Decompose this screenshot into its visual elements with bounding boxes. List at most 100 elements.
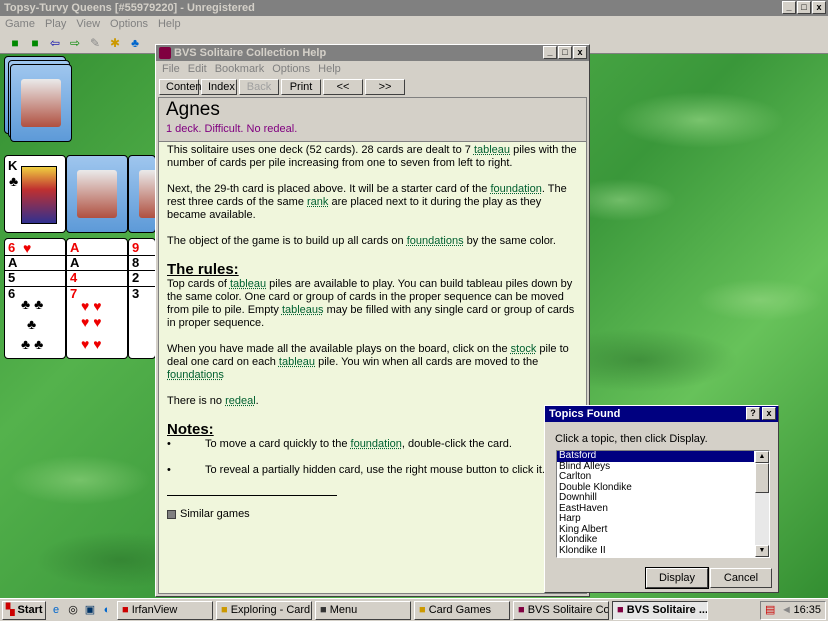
redo-icon[interactable]: ⇨ xyxy=(68,36,82,50)
help-menu-options[interactable]: Options xyxy=(272,61,310,77)
card-rank: K xyxy=(8,158,18,173)
minimize-button[interactable]: _ xyxy=(782,1,796,14)
object-paragraph: The object of the game is to build up al… xyxy=(167,235,578,248)
help-menu-bookmark[interactable]: Bookmark xyxy=(215,61,265,77)
divider xyxy=(167,495,337,496)
contents-button[interactable]: Contents xyxy=(159,79,210,95)
taskbar-button[interactable]: ■ Menu xyxy=(315,600,411,620)
undo-icon[interactable]: ⇦ xyxy=(48,36,62,50)
desktop-icon[interactable]: ▣ xyxy=(83,603,97,617)
club-icon: ♣ xyxy=(27,316,37,332)
help-menu-file[interactable]: File xyxy=(162,61,180,77)
link-tableaus[interactable]: tableaus xyxy=(282,304,324,316)
help-title-bar[interactable]: BVS Solitaire Collection Help _ □ x xyxy=(156,45,589,61)
taskbar-button[interactable]: ■ IrfanView xyxy=(117,600,213,620)
start-label: Start xyxy=(17,603,43,616)
tableau-column-1[interactable]: 6 ♥ A 5 6 ♣ ♣ ♣ ♣ ♣ xyxy=(4,238,66,359)
tray-app-icon[interactable]: ▤ xyxy=(765,602,775,619)
scroll-down-icon[interactable]: ▼ xyxy=(755,545,769,557)
link-redeal[interactable]: redeal xyxy=(225,395,256,407)
topic-item[interactable]: EastHaven xyxy=(557,503,754,515)
facedown-card[interactable] xyxy=(66,155,128,233)
link-tableau[interactable]: tableau xyxy=(230,278,266,290)
help-close-button[interactable]: x xyxy=(573,46,587,59)
dialog-title-bar[interactable]: Topics Found ? x xyxy=(545,406,778,422)
start-button[interactable]: ▚ Start xyxy=(2,600,46,620)
dialog-title: Topics Found xyxy=(549,408,621,420)
help-menu-bar: File Edit Bookmark Options Help xyxy=(156,61,589,77)
scroll-up-icon[interactable]: ▲ xyxy=(755,451,769,463)
similar-games-button[interactable]: Similar games xyxy=(167,508,578,521)
main-menu-bar: Game Play View Options Help xyxy=(0,16,828,32)
topic-item[interactable]: Klondike II xyxy=(557,545,754,557)
menu-game[interactable]: Game xyxy=(5,16,35,32)
taskbar-button[interactable]: ■ BVS Solitaire Colle... xyxy=(513,600,609,620)
facedown-card[interactable] xyxy=(128,155,156,233)
close-button[interactable]: x xyxy=(812,1,826,14)
taskbar-button[interactable]: ■ Exploring - Card G... xyxy=(216,600,312,620)
index-button[interactable]: Index xyxy=(201,79,237,95)
tableau-column-2[interactable]: A A 4 7 ♥ ♥ ♥ ♥ ♥ ♥ xyxy=(66,238,128,359)
text: by the same color. xyxy=(463,235,556,247)
link-foundations[interactable]: foundations xyxy=(407,235,464,247)
text: This solitaire uses one deck (52 cards).… xyxy=(167,144,474,156)
link-foundation[interactable]: foundation xyxy=(351,438,402,450)
autoplay-icon[interactable]: ♣ xyxy=(128,36,142,50)
prev-topic-button[interactable]: << xyxy=(323,79,363,95)
card-rank: 9 xyxy=(132,240,140,255)
next-topic-button[interactable]: >> xyxy=(365,79,405,95)
help-menu-edit[interactable]: Edit xyxy=(188,61,207,77)
starter-paragraph: Next, the 29-th card is placed above. It… xyxy=(167,183,578,222)
open-icon[interactable]: ■ xyxy=(28,36,42,50)
card-rank: 3 xyxy=(129,286,155,300)
deal-icon[interactable]: ✎ xyxy=(88,36,102,50)
maximize-button[interactable]: □ xyxy=(797,1,811,14)
note-item: • To move a card quickly to the foundatio… xyxy=(167,438,578,451)
menu-options[interactable]: Options xyxy=(110,16,148,32)
link-tableau[interactable]: tableau xyxy=(474,144,510,156)
card-rank: 4 xyxy=(67,270,127,284)
topic-item[interactable]: Downhill xyxy=(557,492,754,504)
taskbar-button[interactable]: ■ Card Games xyxy=(414,600,510,620)
card-rank: A xyxy=(67,255,127,269)
display-button[interactable]: Display xyxy=(645,567,709,589)
outlook-icon[interactable]: ◎ xyxy=(66,603,80,617)
topics-listbox[interactable]: Batsford Blind Alleys Carlton Double Klondi… xyxy=(556,450,770,558)
card-rank: 6 xyxy=(8,240,16,255)
link-stock[interactable]: stock xyxy=(511,343,537,355)
heart-icon: ♥ xyxy=(23,240,32,256)
stock-card-top[interactable] xyxy=(10,64,72,142)
menu-view[interactable]: View xyxy=(76,16,100,32)
print-button[interactable]: Print xyxy=(281,79,321,95)
dialog-close-button[interactable]: x xyxy=(762,407,776,420)
topic-item[interactable]: Batsford xyxy=(557,451,754,462)
listbox-scrollbar[interactable]: ▲ ▼ xyxy=(755,451,769,557)
cancel-button[interactable]: Cancel xyxy=(710,568,772,588)
scroll-thumb[interactable] xyxy=(755,463,769,493)
link-tableau[interactable]: tableau xyxy=(279,356,315,368)
foundation-king-card[interactable]: K ♣ xyxy=(4,155,66,233)
hint-icon[interactable]: ✱ xyxy=(108,36,122,50)
link-foundations[interactable]: foundations xyxy=(167,369,224,381)
topic-item[interactable]: Carlton xyxy=(557,471,754,483)
help-menu-help[interactable]: Help xyxy=(318,61,341,77)
link-rank[interactable]: rank xyxy=(307,196,328,208)
tableau-column-3[interactable]: 9 8 2 3 xyxy=(128,238,156,359)
card-rank: A xyxy=(5,255,65,269)
channels-icon[interactable]: ◐ xyxy=(100,603,114,617)
menu-play[interactable]: Play xyxy=(45,16,66,32)
new-game-icon[interactable]: ■ xyxy=(8,36,22,50)
topic-item[interactable]: Harp xyxy=(557,513,754,525)
dialog-help-button[interactable]: ? xyxy=(746,407,760,420)
ie-icon[interactable]: e xyxy=(49,603,63,617)
taskbar-button[interactable]: ■ BVS Solitaire ... xyxy=(612,600,708,620)
help-maximize-button[interactable]: □ xyxy=(558,46,572,59)
volume-icon[interactable]: ◄ xyxy=(781,602,792,619)
back-button[interactable]: Back xyxy=(239,79,279,95)
main-title-bar[interactable]: Topsy-Turvy Queens [#55979220] - Unregis… xyxy=(0,0,828,16)
help-minimize-button[interactable]: _ xyxy=(543,46,557,59)
system-tray: ▤ ◄ 16:35 xyxy=(760,601,826,620)
menu-help[interactable]: Help xyxy=(158,16,181,32)
topic-item[interactable]: Klondike xyxy=(557,534,754,546)
link-foundation[interactable]: foundation xyxy=(490,183,541,195)
